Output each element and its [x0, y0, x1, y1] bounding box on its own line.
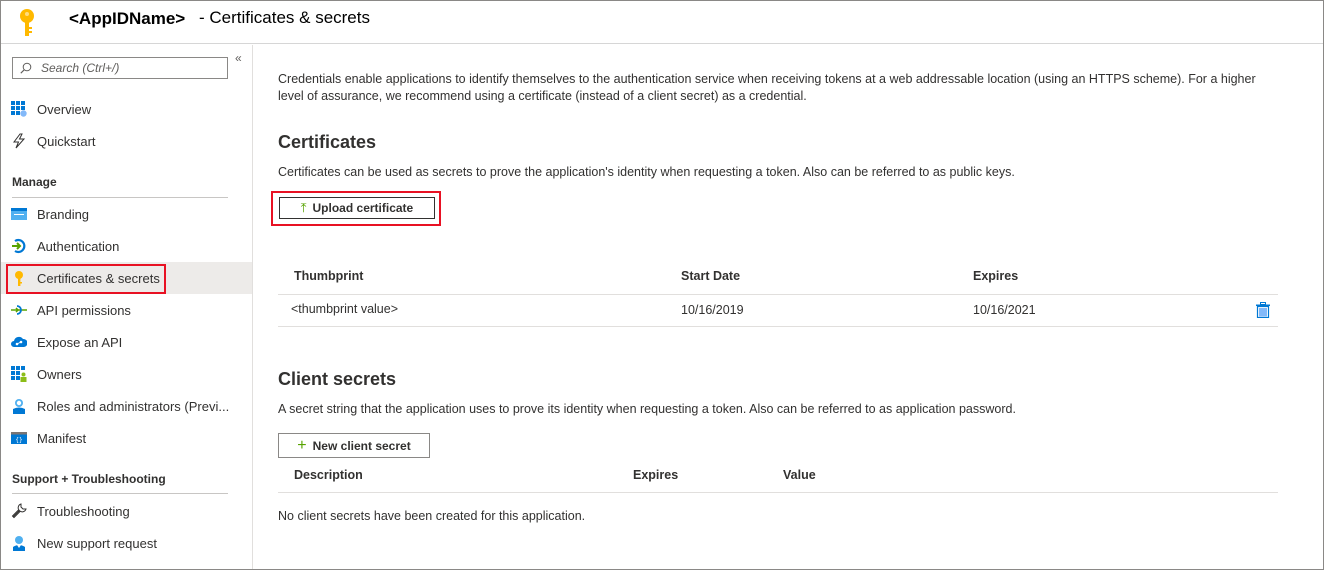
table-divider [278, 492, 1278, 493]
cloud-icon [11, 336, 27, 347]
sidebar-item-label: Branding [37, 206, 90, 222]
delete-icon[interactable] [1256, 302, 1270, 318]
roles-icon [13, 399, 25, 414]
sidebar-item-label: API permissions [37, 302, 131, 318]
sidebar-item-quickstart[interactable]: Quickstart [1, 125, 252, 157]
column-header-expires: Expires [973, 269, 1019, 283]
section-label-manage: Manage [12, 175, 57, 189]
sidebar-item-troubleshooting[interactable]: Troubleshooting [1, 495, 252, 527]
sidebar-item-expose-api[interactable]: Expose an API [1, 326, 252, 358]
branding-icon [11, 208, 27, 220]
sidebar-item-certificates-secrets[interactable]: Certificates & secrets [1, 262, 252, 294]
new-client-secret-label: New client secret [312, 438, 411, 453]
upload-certificate-label: Upload certificate [312, 201, 414, 215]
page-header: <AppIDName> - Certificates & secrets [1, 1, 1323, 44]
plus-icon: + [297, 436, 307, 454]
key-icon [20, 9, 34, 36]
upload-certificate-button[interactable]: ⤒ Upload certificate [278, 196, 436, 220]
authentication-icon [12, 238, 26, 254]
thumbprint-value: <thumbprint value> [291, 302, 399, 316]
sidebar-item-overview[interactable]: Overview [1, 93, 252, 125]
main-content: Credentials enable applications to ident… [254, 45, 1323, 569]
section-divider [12, 493, 228, 494]
sidebar-item-label: Roles and administrators (Previ... [37, 398, 230, 414]
column-header-value: Value [783, 468, 816, 482]
manifest-icon: {} [11, 432, 27, 444]
upload-arrow-icon: ⤒ [300, 200, 307, 215]
sidebar: « Overview Quickstart Manage Branding [1, 45, 253, 569]
sidebar-item-label: Troubleshooting [37, 503, 130, 519]
table-divider [278, 294, 1278, 295]
section-label-support: Support + Troubleshooting [12, 472, 166, 486]
sidebar-item-branding[interactable]: Branding [1, 198, 252, 230]
collapse-sidebar-button[interactable]: « [235, 51, 242, 65]
empty-state-message: No client secrets have been created for … [278, 509, 586, 523]
sidebar-item-new-support-request[interactable]: New support request [1, 527, 252, 559]
svg-text:{}: {} [15, 437, 22, 444]
search-icon [20, 62, 32, 74]
table-divider [278, 326, 1278, 327]
search-box[interactable] [12, 57, 228, 79]
sidebar-item-authentication[interactable]: Authentication [1, 230, 252, 262]
sidebar-item-owners[interactable]: Owners [1, 358, 252, 390]
api-permissions-icon [11, 305, 27, 315]
sidebar-item-label: Expose an API [37, 334, 123, 350]
sidebar-item-label: Quickstart [37, 133, 96, 149]
sidebar-item-label: Overview [37, 101, 92, 117]
expires-value: 10/16/2021 [973, 303, 1036, 317]
page-title: - Certificates & secrets [199, 8, 370, 27]
column-header-start-date: Start Date [681, 269, 741, 283]
support-person-icon [13, 536, 25, 551]
column-header-description: Description [294, 468, 363, 482]
column-header-expires: Expires [633, 468, 679, 482]
app-name: <AppIDName> [69, 9, 186, 28]
sidebar-item-label: Manifest [37, 430, 87, 446]
sidebar-item-label: Authentication [37, 238, 120, 254]
column-header-thumbprint: Thumbprint [294, 269, 364, 283]
overview-grid-icon [11, 101, 27, 117]
sidebar-item-label: New support request [37, 535, 157, 551]
client-secrets-description: A secret string that the application use… [278, 402, 1016, 416]
client-secrets-heading: Client secrets [278, 369, 397, 389]
new-client-secret-button[interactable]: + New client secret [278, 433, 430, 458]
sidebar-item-api-permissions[interactable]: API permissions [1, 294, 252, 326]
certificates-heading: Certificates [278, 132, 377, 152]
intro-text: Credentials enable applications to ident… [278, 72, 1256, 103]
start-date-value: 10/16/2019 [681, 303, 744, 317]
sidebar-item-manifest[interactable]: {} Manifest [1, 422, 252, 454]
wrench-icon [11, 503, 27, 519]
certificates-description: Certificates can be used as secrets to p… [278, 165, 1015, 179]
highlight-box [6, 264, 166, 294]
sidebar-item-roles-administrators[interactable]: Roles and administrators (Previ... [1, 390, 252, 422]
search-input[interactable] [41, 60, 221, 76]
key-icon [15, 271, 23, 286]
sidebar-item-label: Owners [37, 366, 82, 382]
lightning-icon [13, 133, 26, 149]
owners-icon [11, 366, 27, 382]
